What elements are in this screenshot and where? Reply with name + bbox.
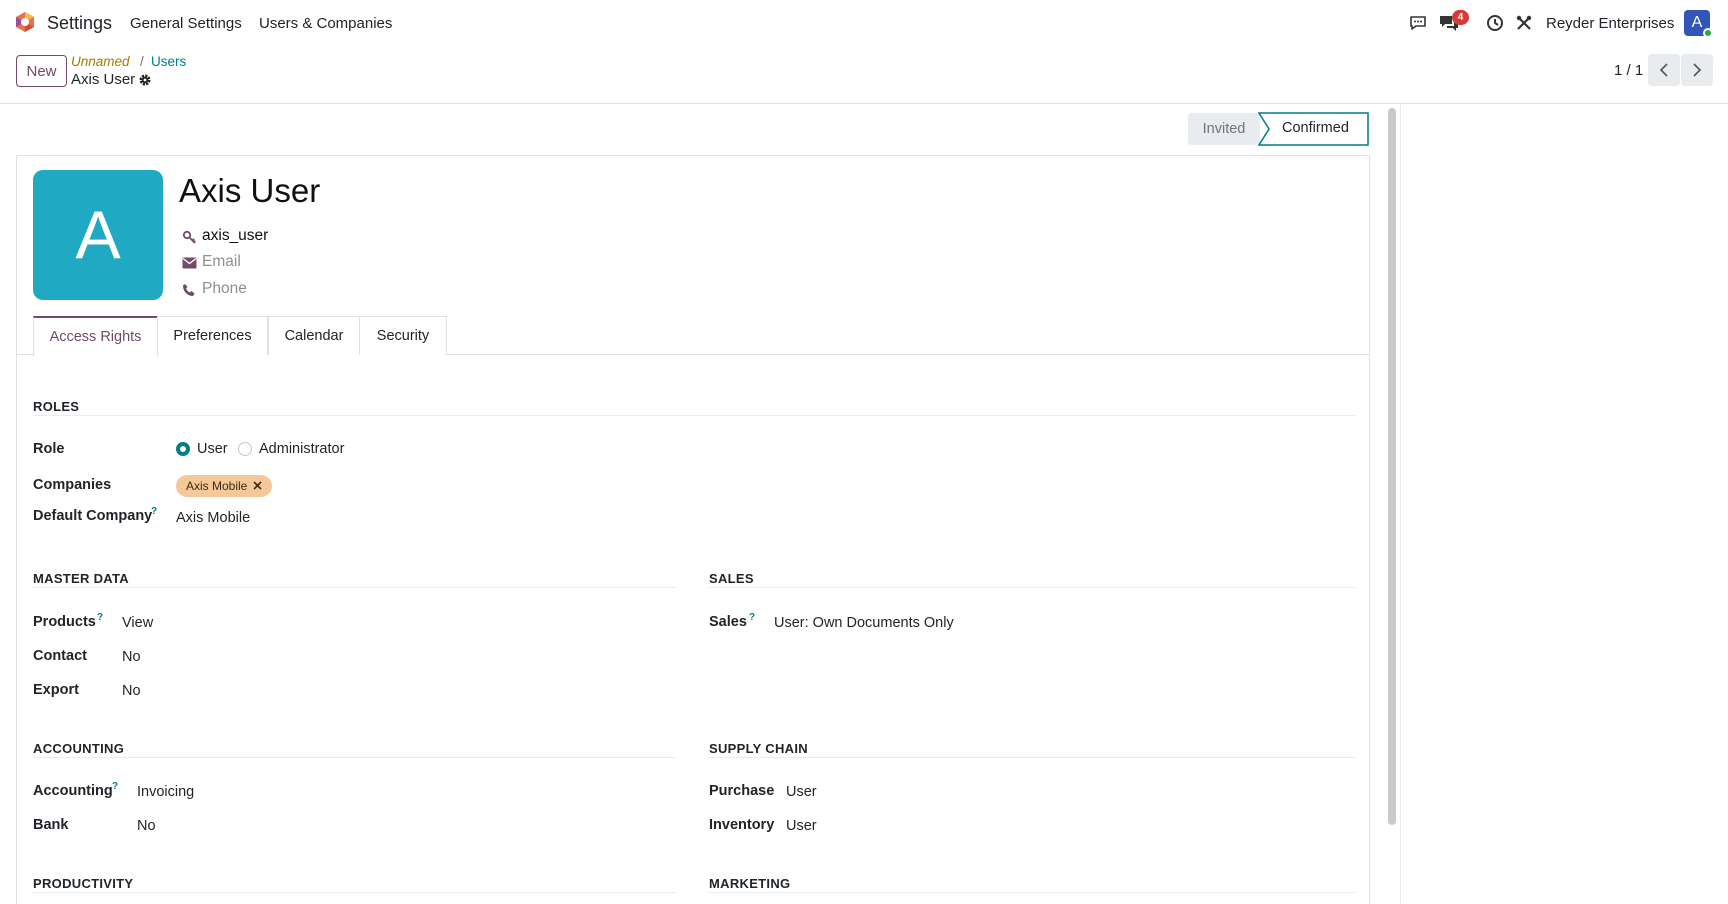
user-photo[interactable]: A [33,170,163,300]
role-user-radio[interactable] [176,442,190,456]
section-title-marketing: MARKETING [709,876,791,891]
scrollbar[interactable] [1388,108,1396,825]
sales-help-icon[interactable]: ? [749,612,755,623]
sales-value[interactable]: User: Own Documents Only [774,615,954,631]
role-admin-label[interactable]: Administrator [259,441,344,457]
gear-icon[interactable] [138,73,152,87]
online-status-dot [1703,28,1713,38]
section-title-supply-chain: SUPPLY CHAIN [709,741,808,756]
pager-next-button[interactable] [1681,54,1713,86]
top-navbar: Settings General Settings Users & Compan… [0,0,1728,46]
purchase-label: Purchase [709,783,775,799]
user-name-field[interactable]: Axis User [179,172,320,210]
breadcrumb-current: Axis User [71,71,136,88]
section-divider-supply-chain [709,757,1355,758]
default-company-help-icon[interactable]: ? [151,506,157,517]
sales-label: Sales [709,614,747,630]
activity-clock-icon[interactable] [1485,13,1505,33]
products-value[interactable]: View [122,615,153,631]
inventory-value[interactable]: User [786,818,817,834]
breadcrumb-separator: / [140,54,144,69]
accounting-label: Accounting [33,783,113,799]
export-label: Export [33,682,79,698]
accounting-help-icon[interactable]: ? [112,781,118,792]
status-confirmed[interactable]: Confirmed [1258,112,1369,146]
companies-label: Companies [33,477,112,493]
login-field[interactable]: axis_user [202,227,268,245]
company-tag: Axis Mobile [176,475,273,497]
section-title-accounting: ACCOUNTING [33,741,125,756]
products-label: Products [33,614,96,630]
envelope-icon [181,255,197,271]
content-right-divider [1400,104,1401,904]
section-divider-accounting [33,757,676,758]
section-title-master-data: MASTER DATA [33,571,129,586]
pager-value[interactable]: 1 / 1 [1614,62,1643,79]
contact-label: Contact [33,648,87,664]
default-company-label: Default Company [33,508,153,524]
control-panel-divider [0,103,1728,104]
accounting-value[interactable]: Invoicing [137,784,194,800]
role-user-label[interactable]: User [197,441,228,457]
section-divider-productivity [33,892,676,893]
breadcrumb-users[interactable]: Users [151,54,186,69]
export-value[interactable]: No [122,683,141,699]
section-title-sales: SALES [709,571,754,586]
tab-calendar[interactable]: Calendar [268,316,360,355]
breadcrumb-unnamed[interactable]: Unnamed [71,54,130,69]
role-admin-radio[interactable] [238,442,252,456]
app-logo-icon[interactable] [14,11,36,33]
tab-security[interactable]: Security [359,316,447,355]
company-tag-label: Axis Mobile [186,479,248,493]
role-label: Role [33,441,65,457]
contact-value[interactable]: No [122,649,141,665]
menu-general-settings[interactable]: General Settings [130,15,242,32]
menu-users-companies[interactable]: Users & Companies [259,15,392,32]
section-divider-sales [709,587,1355,588]
default-company-value[interactable]: Axis Mobile [176,510,250,526]
section-divider-roles [33,415,1355,416]
key-icon [181,229,197,245]
phone-field[interactable]: Phone [202,280,247,298]
phone-icon [181,282,197,298]
section-title-productivity: PRODUCTIVITY [33,876,134,891]
message-count-badge: 4 [1452,10,1469,25]
company-switcher[interactable]: Reyder Enterprises [1546,15,1674,32]
purchase-value[interactable]: User [786,784,817,800]
app-name[interactable]: Settings [47,13,112,34]
pager-prev-button[interactable] [1648,54,1680,86]
section-title-roles: ROLES [33,399,80,414]
products-help-icon[interactable]: ? [97,612,103,623]
debug-tools-icon[interactable] [1514,13,1534,33]
bank-label: Bank [33,817,69,833]
discuss-icon[interactable] [1408,13,1428,33]
inventory-label: Inventory [709,817,775,833]
tab-access-rights[interactable]: Access Rights [33,316,158,356]
section-divider-master-data [33,587,676,588]
new-button[interactable]: New [16,55,67,87]
status-confirmed-label: Confirmed [1282,120,1349,136]
status-invited[interactable]: Invited [1188,113,1260,145]
remove-tag-icon[interactable] [253,479,262,493]
tab-preferences[interactable]: Preferences [157,316,268,355]
bank-value[interactable]: No [137,818,156,834]
email-field[interactable]: Email [202,253,241,271]
section-divider-marketing [709,892,1355,893]
